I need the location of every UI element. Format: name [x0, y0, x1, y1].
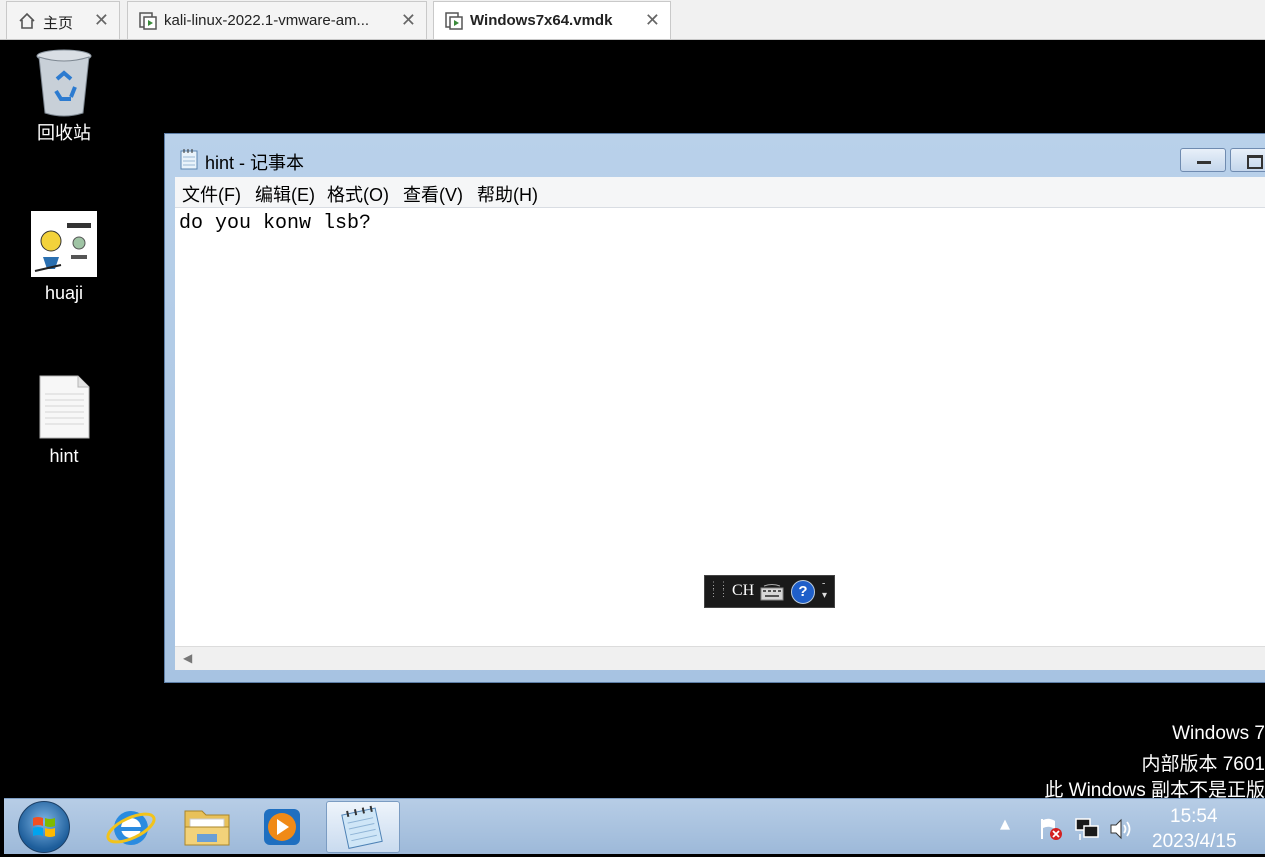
taskbar: ▲: [4, 798, 1265, 854]
desktop-icon-label: huaji: [44, 283, 84, 303]
windows-logo-icon: [33, 817, 55, 837]
action-center-flag-icon[interactable]: [1038, 816, 1064, 842]
volume-icon[interactable]: [1108, 816, 1134, 842]
options-arrow-icon[interactable]: - ▾: [822, 578, 827, 602]
file-explorer-icon: [184, 810, 230, 846]
help-icon[interactable]: ?: [791, 580, 815, 604]
close-icon[interactable]: ✕: [94, 10, 109, 31]
tab-windows7[interactable]: Windows7x64.vmdk ✕: [433, 1, 671, 39]
tab-kali[interactable]: kali-linux-2022.1-vmware-am... ✕: [127, 1, 427, 39]
tab-home[interactable]: 主页 ✕: [6, 1, 120, 39]
home-icon: [19, 12, 35, 29]
document-text: do you konw lsb?: [179, 212, 372, 235]
desktop-icon-huaji[interactable]: huaji: [19, 211, 109, 304]
tab-label: 主页: [43, 15, 74, 32]
menu-bar: 文件(F) 编辑(E) 格式(O) 查看(V) 帮助(H): [175, 177, 1265, 208]
menu-view[interactable]: 查看(V): [403, 181, 463, 207]
taskbar-internet-explorer[interactable]: [96, 801, 166, 853]
image-file-icon: [31, 211, 97, 277]
taskbar-notepad[interactable]: [326, 801, 400, 853]
horizontal-scrollbar[interactable]: ◀: [175, 646, 1265, 670]
vm-tab-bar: 主页 ✕ kali-linux-2022.1-vmware-am... ✕ Wi…: [0, 0, 1265, 40]
window-title: hint - 记事本: [205, 153, 305, 173]
notepad-icon: [341, 805, 383, 849]
vm-icon: [139, 12, 157, 30]
menu-edit[interactable]: 编辑(E): [255, 181, 315, 207]
menu-file[interactable]: 文件(F): [182, 181, 241, 207]
notepad-icon: [180, 149, 198, 170]
maximize-button[interactable]: [1230, 148, 1265, 172]
recycle-bin-icon: [31, 47, 97, 117]
media-player-icon: [264, 809, 300, 845]
start-button[interactable]: [18, 801, 70, 853]
watermark-line-2: 内部版本 7601: [1141, 754, 1265, 775]
keyboard-icon[interactable]: [760, 583, 784, 601]
watermark-line-1: Windows 7: [1172, 723, 1265, 744]
ime-language-label[interactable]: CH: [732, 582, 754, 600]
internet-explorer-icon: [106, 811, 156, 845]
ime-language-bar[interactable]: ⋮⋮ ⋮⋮ CH ? - ▾: [704, 575, 835, 608]
desktop-icon-hint[interactable]: hint: [19, 374, 109, 467]
desktop-icon-label: hint: [49, 446, 79, 466]
taskbar-file-explorer[interactable]: [172, 801, 242, 853]
menu-format[interactable]: 格式(O): [327, 181, 389, 207]
minimize-button[interactable]: [1180, 148, 1226, 172]
vm-icon: [445, 12, 463, 30]
close-icon[interactable]: ✕: [645, 10, 660, 31]
clock-time[interactable]: 15:54: [1170, 806, 1218, 828]
scroll-left-icon[interactable]: ◀: [183, 651, 192, 665]
drag-handle-icon[interactable]: ⋮⋮ ⋮⋮: [709, 581, 729, 598]
show-hidden-icons-icon[interactable]: ▲: [1000, 817, 1010, 832]
network-icon[interactable]: [1074, 816, 1100, 842]
tab-label: Windows7x64.vmdk: [470, 12, 613, 29]
clock-date[interactable]: 2023/4/15: [1152, 831, 1237, 853]
text-file-icon: [31, 374, 97, 440]
close-icon[interactable]: ✕: [401, 10, 416, 31]
tab-label: kali-linux-2022.1-vmware-am...: [164, 12, 370, 29]
maximize-icon: [1247, 155, 1263, 169]
desktop-icon-label: 回收站: [37, 123, 91, 143]
desktop-icon-recycle-bin[interactable]: 回收站: [19, 47, 109, 145]
taskbar-media-player[interactable]: [247, 801, 317, 853]
menu-help[interactable]: 帮助(H): [477, 181, 538, 207]
minimize-icon: [1197, 161, 1211, 164]
